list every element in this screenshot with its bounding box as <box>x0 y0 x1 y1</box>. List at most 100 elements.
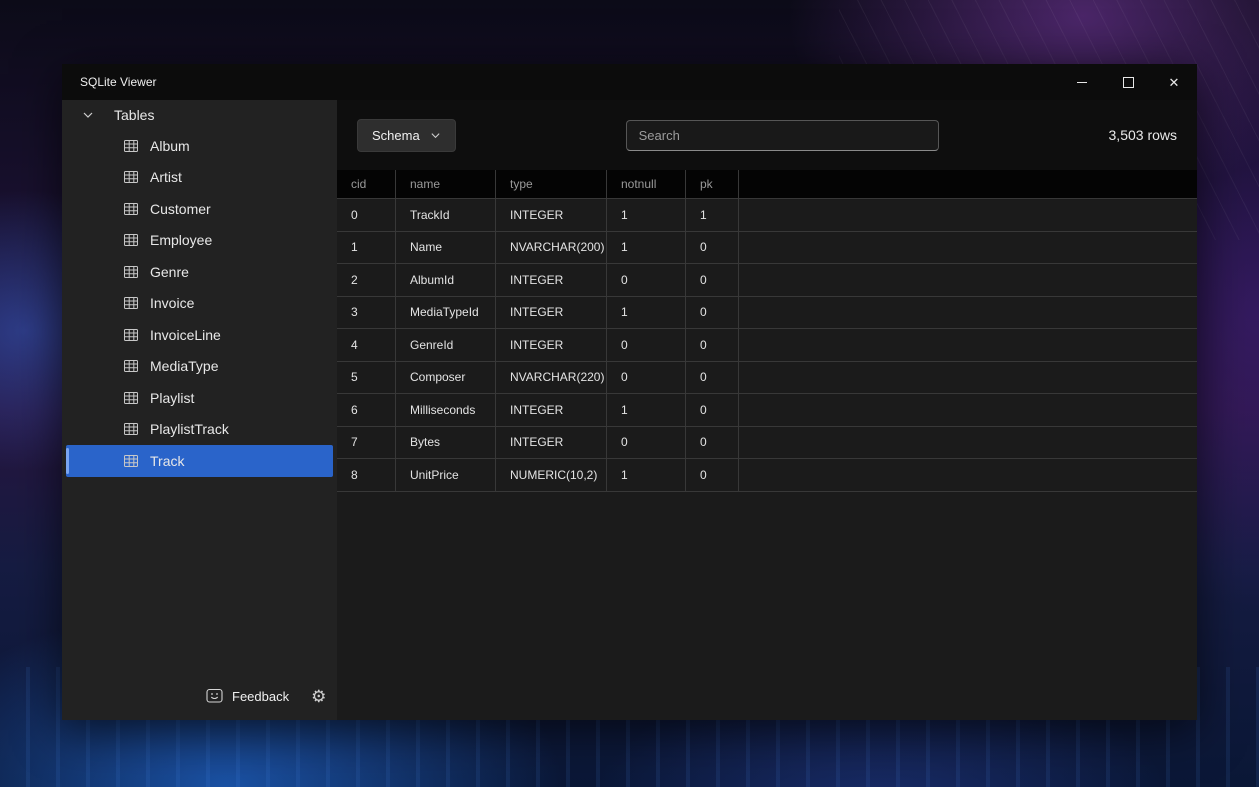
titlebar: SQLite Viewer ✕ <box>62 64 1197 100</box>
cell-type: INTEGER <box>496 296 607 328</box>
cell-empty <box>739 264 1197 296</box>
cell-empty <box>739 232 1197 264</box>
feedback-button[interactable]: Feedback <box>206 688 289 704</box>
sidebar-item-table[interactable]: Album <box>66 130 333 162</box>
table-row[interactable]: 8 UnitPrice NUMERIC(10,2) 1 0 <box>337 459 1197 492</box>
sidebar-item-label: Customer <box>150 200 211 217</box>
sidebar-item-table[interactable]: Genre <box>66 256 333 288</box>
window-controls: ✕ <box>1059 64 1197 100</box>
sidebar-item-table[interactable]: Track <box>66 445 333 477</box>
cell-type: INTEGER <box>496 264 607 296</box>
tables-list: Album Artist Customer Employee Genre Inv… <box>62 130 337 477</box>
cell-pk: 0 <box>686 329 739 361</box>
table-row[interactable]: 5 Composer NVARCHAR(220) 0 0 <box>337 361 1197 394</box>
table-row[interactable]: 1 Name NVARCHAR(200) 1 0 <box>337 231 1197 264</box>
feedback-label: Feedback <box>232 688 290 704</box>
table-grid-icon <box>123 327 139 343</box>
cell-pk: 0 <box>686 426 739 458</box>
sidebar-item-table[interactable]: Playlist <box>66 382 333 414</box>
sidebar-item-label: Employee <box>150 232 213 249</box>
cell-type: NUMERIC(10,2) <box>496 459 607 491</box>
window-title: SQLite Viewer <box>80 75 157 89</box>
view-selector-dropdown[interactable]: Schema <box>357 118 456 152</box>
sidebar: Tables Album Artist Customer Employee Ge… <box>62 100 337 720</box>
table-row[interactable]: 3 MediaTypeId INTEGER 1 0 <box>337 296 1197 329</box>
sidebar-item-label: Album <box>150 137 190 154</box>
table-grid-icon <box>123 169 139 185</box>
table-row[interactable]: 4 GenreId INTEGER 0 0 <box>337 329 1197 362</box>
column-header-cid[interactable]: cid <box>337 170 396 198</box>
minimize-button[interactable] <box>1059 64 1105 100</box>
cell-name: TrackId <box>396 199 496 231</box>
cell-name: Bytes <box>396 426 496 458</box>
cell-name: MediaTypeId <box>396 296 496 328</box>
search-input[interactable] <box>625 119 939 151</box>
cell-cid: 3 <box>337 296 396 328</box>
sidebar-item-label: Invoice <box>150 295 195 312</box>
column-header-type[interactable]: type <box>496 170 607 198</box>
cell-cid: 8 <box>337 459 396 491</box>
sidebar-item-table[interactable]: Artist <box>66 162 333 194</box>
tables-root-label: Tables <box>114 107 155 123</box>
settings-button[interactable]: ⚙ <box>311 688 326 705</box>
table-body: 0 TrackId INTEGER 1 1 1 Name NVARCHAR(20… <box>337 199 1197 492</box>
table-grid-icon <box>123 138 139 154</box>
cell-empty <box>739 199 1197 231</box>
gear-icon: ⚙ <box>311 686 327 706</box>
cell-pk: 0 <box>686 231 739 263</box>
sidebar-item-table[interactable]: Customer <box>66 193 333 225</box>
cell-cid: 1 <box>337 231 396 263</box>
schema-table: cid name type notnull pk 0 TrackId INTEG… <box>337 170 1197 492</box>
cell-cid: 7 <box>337 426 396 458</box>
close-icon: ✕ <box>1168 74 1180 90</box>
sidebar-item-table[interactable]: Employee <box>66 225 333 257</box>
cell-pk: 0 <box>686 264 739 296</box>
cell-type: INTEGER <box>496 394 607 426</box>
sidebar-item-table[interactable]: MediaType <box>66 351 333 383</box>
maximize-icon <box>1122 76 1134 88</box>
cell-notnull: 0 <box>607 264 686 296</box>
cell-cid: 6 <box>337 394 396 426</box>
table-grid-icon <box>123 264 139 280</box>
tables-tree-root[interactable]: Tables <box>62 100 337 130</box>
cell-name: AlbumId <box>396 264 496 296</box>
table-row[interactable]: 0 TrackId INTEGER 1 1 <box>337 199 1197 232</box>
close-button[interactable]: ✕ <box>1151 64 1197 100</box>
cell-pk: 0 <box>686 459 739 491</box>
table-grid-icon <box>123 232 139 248</box>
toolbar: Schema 3,503 rows <box>337 100 1197 170</box>
cell-type: INTEGER <box>496 426 607 458</box>
table-grid-icon <box>123 421 139 437</box>
table-row[interactable]: 7 Bytes INTEGER 0 0 <box>337 426 1197 459</box>
sidebar-item-table[interactable]: InvoiceLine <box>66 319 333 351</box>
column-header-pk[interactable]: pk <box>686 170 739 198</box>
table-row[interactable]: 6 Milliseconds INTEGER 1 0 <box>337 394 1197 427</box>
cell-name: Milliseconds <box>396 394 496 426</box>
sidebar-item-label: Playlist <box>150 389 195 406</box>
sidebar-item-label: Genre <box>150 263 189 280</box>
cell-name: UnitPrice <box>396 459 496 491</box>
table-row[interactable]: 2 AlbumId INTEGER 0 0 <box>337 264 1197 297</box>
cell-notnull: 1 <box>607 394 686 426</box>
cell-pk: 0 <box>686 361 739 393</box>
cell-pk: 0 <box>686 394 739 426</box>
cell-type: NVARCHAR(200) <box>496 231 607 263</box>
sidebar-item-label: PlaylistTrack <box>150 421 229 438</box>
table-grid-icon <box>123 358 139 374</box>
chevron-down-icon <box>82 109 94 121</box>
cell-empty <box>739 362 1197 394</box>
column-header-notnull[interactable]: notnull <box>607 170 686 198</box>
sidebar-item-table[interactable]: Invoice <box>66 288 333 320</box>
cell-empty <box>739 459 1197 491</box>
cell-cid: 0 <box>337 199 396 231</box>
cell-notnull: 1 <box>607 231 686 263</box>
column-header-name[interactable]: name <box>396 170 496 198</box>
main-content: Schema 3,503 rows cid name type notnull … <box>337 100 1197 720</box>
minimize-icon <box>1077 81 1087 83</box>
cell-cid: 2 <box>337 264 396 296</box>
cell-type: INTEGER <box>496 199 607 231</box>
table-grid-icon <box>123 201 139 217</box>
cell-pk: 1 <box>686 199 739 231</box>
maximize-button[interactable] <box>1105 64 1151 100</box>
sidebar-item-table[interactable]: PlaylistTrack <box>66 414 333 446</box>
